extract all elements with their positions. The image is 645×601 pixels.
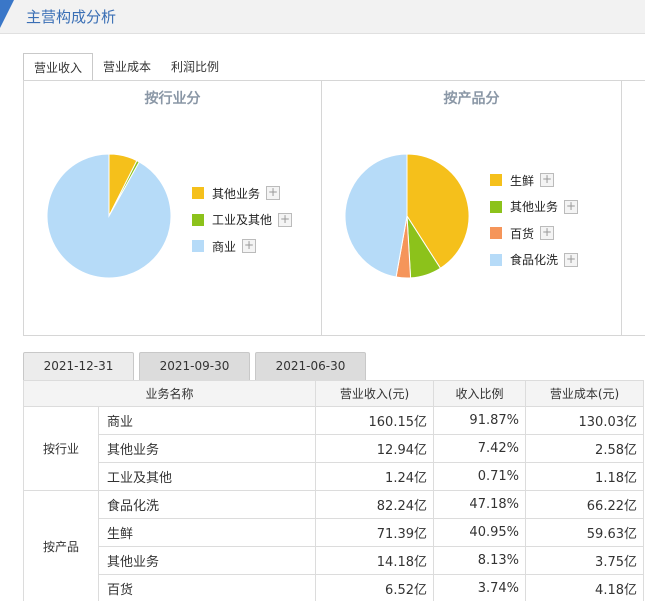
legend-label: 食品化洗	[510, 253, 559, 268]
date-tab-2021-09-30[interactable]: 2021-09-30	[139, 352, 250, 380]
row-cost: 4.18亿	[525, 574, 644, 601]
tab-cost[interactable]: 营业成本	[93, 53, 161, 81]
product-chart-title: 按产品分	[443, 91, 500, 107]
pie-slice-2[interactable]	[46, 153, 172, 279]
tab-profit-ratio[interactable]: 利润比例	[161, 53, 229, 81]
section-title: 主营构成分析	[26, 8, 117, 26]
table-row: 其他业务 12.94亿 7.42% 2.58亿	[24, 434, 644, 463]
expand-plus-icon[interactable]: +	[564, 199, 579, 214]
row-revenue: 71.39亿	[315, 518, 434, 547]
legend-item: 生鲜 +	[490, 167, 578, 194]
header-revenue: 营业收入(元)	[315, 380, 434, 407]
row-ratio: 47.18%	[433, 490, 526, 519]
date-tab-2021-06-30[interactable]: 2021-06-30	[255, 352, 366, 380]
legend-label: 百货	[510, 226, 535, 241]
date-tab-2021-12-31[interactable]: 2021-12-31	[23, 352, 134, 380]
table-row: 生鲜 71.39亿 40.95% 59.63亿	[24, 518, 644, 547]
row-cost: 130.03亿	[525, 406, 644, 435]
row-ratio: 91.87%	[433, 406, 526, 435]
tab-revenue[interactable]: 营业收入	[23, 53, 94, 81]
table-row: 按产品 食品化洗 82.24亿 47.18% 66.22亿	[23, 490, 644, 601]
legend-swatch-green	[192, 213, 204, 226]
legend-item: 百货 +	[490, 220, 578, 247]
row-cost: 1.18亿	[525, 462, 644, 491]
legend-item: 其他业务 +	[490, 194, 579, 221]
row-revenue: 160.15亿	[315, 406, 434, 435]
table-row: 其他业务 14.18亿 8.13% 3.75亿	[24, 546, 644, 575]
group-label-industry: 按行业	[23, 406, 99, 491]
product-chart-panel: 按产品分 生鲜 + 其他业务 + 百货 + 食品化洗 +	[322, 81, 622, 335]
charts-area: 按行业分 其他业务 + 工业及其他 + 商业 + 按产品分 生鲜 + 其他业务 …	[23, 80, 645, 336]
industry-pie-chart	[46, 153, 172, 279]
row-name: 百货	[98, 574, 316, 601]
section-header: 主营构成分析	[0, 0, 645, 34]
legend-label: 其他业务	[510, 200, 559, 215]
legend-label: 其他业务	[212, 186, 261, 201]
industry-legend: 其他业务 + 工业及其他 + 商业 +	[192, 180, 293, 260]
table-row: 按行业 商业 160.15亿 91.87% 130.03亿	[23, 406, 644, 491]
expand-plus-icon[interactable]: +	[242, 239, 257, 254]
industry-chart-title: 按行业分	[144, 91, 201, 107]
expand-plus-icon[interactable]: +	[266, 186, 281, 201]
row-name: 商业	[98, 406, 316, 435]
row-revenue: 82.24亿	[315, 490, 434, 519]
row-name: 其他业务	[98, 434, 316, 463]
row-name: 工业及其他	[98, 462, 316, 491]
legend-item: 食品化洗 +	[490, 247, 579, 274]
product-pie-chart	[344, 153, 470, 279]
row-revenue: 1.24亿	[315, 462, 434, 491]
table-header-row: 业务名称 营业收入(元) 收入比例 营业成本(元)	[23, 380, 644, 407]
legend-label: 商业	[212, 239, 237, 254]
legend-swatch-blue	[192, 240, 204, 253]
header-revenue-ratio: 收入比例	[433, 380, 526, 407]
legend-swatch-yellow	[192, 187, 204, 200]
legend-swatch-orange	[490, 227, 502, 240]
legend-item: 其他业务 +	[192, 180, 292, 207]
row-cost: 2.58亿	[525, 434, 644, 463]
legend-label: 工业及其他	[212, 213, 273, 228]
row-cost: 59.63亿	[525, 518, 644, 547]
row-revenue: 12.94亿	[315, 434, 434, 463]
row-ratio: 8.13%	[433, 546, 526, 575]
legend-item: 工业及其他 +	[192, 207, 293, 234]
row-revenue: 6.52亿	[315, 574, 434, 601]
row-cost: 66.22亿	[525, 490, 644, 519]
legend-item: 商业 +	[192, 233, 292, 260]
row-ratio: 7.42%	[433, 434, 526, 463]
header-business-name: 业务名称	[23, 380, 316, 407]
metric-tabs: 营业收入 营业成本 利润比例	[23, 53, 229, 81]
row-ratio: 0.71%	[433, 462, 526, 491]
pie-slice-3[interactable]	[344, 153, 408, 278]
business-composition-table: 业务名称 营业收入(元) 收入比例 营业成本(元) 按行业 商业 160.15亿…	[23, 380, 644, 601]
row-cost: 3.75亿	[525, 546, 644, 575]
legend-label: 生鲜	[510, 173, 535, 188]
legend-swatch-green	[490, 200, 502, 213]
row-name: 生鲜	[98, 518, 316, 547]
legend-swatch-blue	[490, 253, 502, 266]
row-ratio: 3.74%	[433, 574, 526, 601]
industry-chart-panel: 按行业分 其他业务 + 工业及其他 + 商业 +	[24, 81, 322, 335]
expand-plus-icon[interactable]: +	[564, 252, 579, 267]
expand-plus-icon[interactable]: +	[278, 212, 293, 227]
row-name: 食品化洗	[98, 490, 316, 519]
row-revenue: 14.18亿	[315, 546, 434, 575]
group-label-product: 按产品	[23, 490, 99, 601]
table-row: 工业及其他 1.24亿 0.71% 1.18亿	[24, 462, 644, 491]
header-accent-corner	[0, 0, 14, 28]
legend-swatch-yellow	[490, 174, 502, 187]
row-name: 其他业务	[98, 546, 316, 575]
table-row: 百货 6.52亿 3.74% 4.18亿	[24, 574, 644, 601]
expand-plus-icon[interactable]: +	[540, 173, 555, 188]
expand-plus-icon[interactable]: +	[540, 226, 555, 241]
product-legend: 生鲜 + 其他业务 + 百货 + 食品化洗 +	[490, 167, 579, 274]
row-ratio: 40.95%	[433, 518, 526, 547]
header-cost: 营业成本(元)	[525, 380, 644, 407]
